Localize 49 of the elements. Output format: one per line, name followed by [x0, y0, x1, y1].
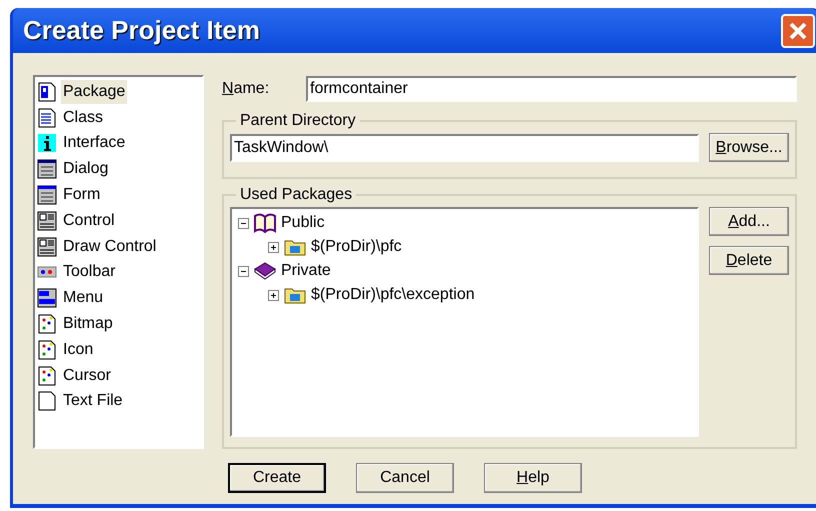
add-button[interactable]: Add... [709, 207, 789, 236]
control-icon [37, 210, 57, 231]
item-type-option[interactable]: Toolbar [37, 260, 202, 286]
browse-button[interactable]: Browse... [709, 133, 789, 162]
item-type-option[interactable]: Text File [37, 388, 202, 414]
info-icon [37, 133, 57, 154]
control-icon [37, 236, 57, 257]
menu-icon [37, 288, 57, 308]
collapse-toggle[interactable] [238, 218, 249, 228]
delete-button[interactable]: Delete [709, 246, 789, 275]
image-icon [37, 366, 57, 386]
image-icon [37, 314, 57, 334]
open-book-icon [253, 213, 277, 233]
name-field[interactable]: formcontainer [306, 76, 797, 102]
item-type-option[interactable]: Bitmap [37, 311, 202, 337]
tree-node-label[interactable]: $(ProDir)\pfc\exception [311, 283, 475, 307]
window-icon [37, 159, 57, 180]
item-type-option[interactable]: Icon [37, 336, 202, 363]
expand-toggle[interactable] [268, 242, 279, 252]
collapse-toggle[interactable] [238, 266, 249, 276]
image-icon [37, 340, 57, 360]
name-label: Name: [222, 79, 270, 99]
item-type-option[interactable]: Dialog [37, 156, 202, 182]
item-type-option[interactable]: Control [37, 208, 202, 234]
item-type-option[interactable]: Cursor [37, 362, 202, 389]
item-type-option[interactable]: Class [37, 104, 202, 131]
directory-field[interactable]: TaskWindow\ [230, 134, 699, 162]
document-icon [37, 391, 57, 412]
window-title: Create Project Item [23, 14, 260, 47]
expand-toggle[interactable] [268, 290, 279, 300]
tree-node-label[interactable]: $(ProDir)\pfc [311, 235, 402, 259]
close-icon [788, 20, 808, 40]
document-icon [37, 108, 57, 128]
group-title: Parent Directory [239, 111, 357, 131]
item-type-option[interactable]: Form [37, 182, 202, 208]
close-button[interactable] [781, 14, 815, 48]
tree-node-label[interactable]: Private [281, 259, 331, 283]
dialog-button[interactable]: Create [228, 463, 326, 493]
item-type-option[interactable]: Interface [37, 130, 202, 156]
dialog-button[interactable]: Help [484, 463, 582, 493]
dialog-button[interactable]: Cancel [356, 463, 454, 493]
window-icon [37, 185, 57, 206]
item-type-option[interactable]: Draw Control [37, 234, 202, 260]
item-type-option[interactable]: Package [37, 79, 202, 105]
book-icon [253, 261, 277, 281]
group-title: Used Packages [239, 185, 354, 205]
package-icon [37, 82, 57, 102]
item-type-option[interactable]: Menu [37, 285, 202, 312]
tree-node-label[interactable]: Public [281, 211, 325, 235]
